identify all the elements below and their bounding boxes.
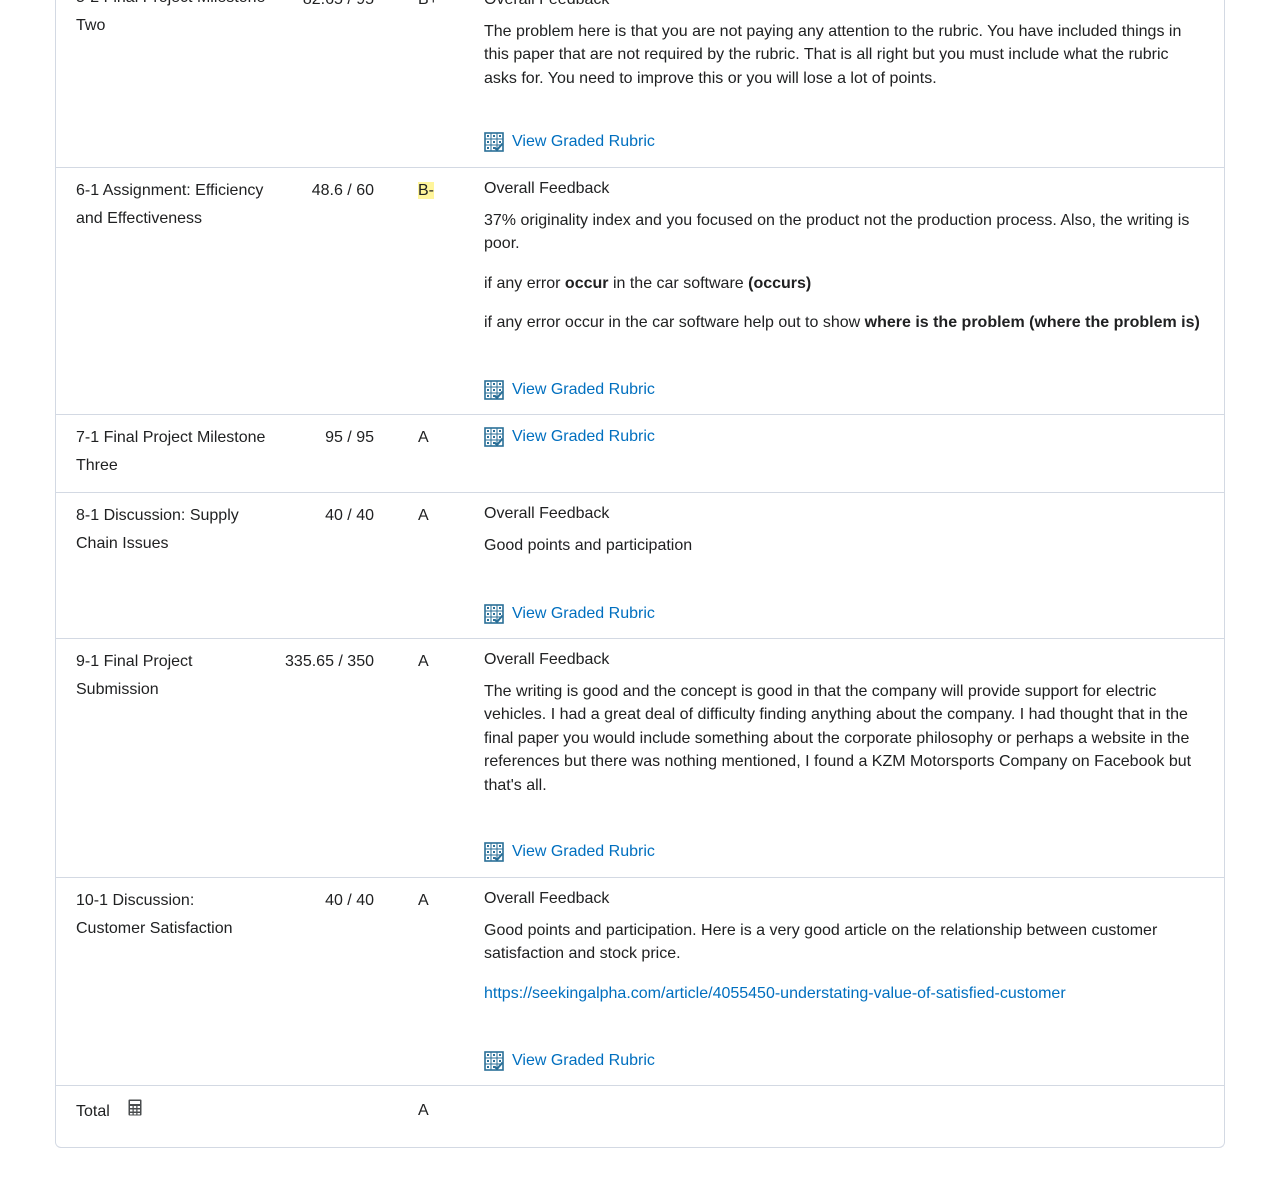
- view-graded-rubric-link[interactable]: View Graded Rubric: [484, 380, 655, 400]
- feedback-title: Overall Feedback: [484, 890, 610, 907]
- item-points: 48.6 / 60: [311, 182, 374, 199]
- feedback-title: Overall Feedback: [484, 0, 1204, 12]
- feedback-title: Overall Feedback: [484, 505, 610, 522]
- feedback-text: 37% originality index and you focused on…: [484, 211, 1190, 253]
- item-points: 40 / 40: [325, 507, 374, 524]
- total-label-wrap: Total: [76, 1098, 266, 1126]
- item-name: 10-1 Discussion: Customer Satisfaction: [76, 892, 233, 937]
- item-points: 82.65 / 95: [256, 0, 374, 9]
- rubric-icon: [484, 380, 504, 400]
- item-name: 9-1 Final Project Submission: [76, 653, 193, 698]
- feedback-text: The writing is good and the concept is g…: [484, 682, 1192, 794]
- item-points: 40 / 40: [325, 892, 374, 909]
- item-name: 7-1 Final Project Milestone Three: [76, 429, 266, 474]
- feedback-block: Overall Feedback 37% originality index a…: [484, 177, 1204, 335]
- view-graded-rubric-link[interactable]: View Graded Rubric: [484, 604, 655, 624]
- feedback-title: Overall Feedback: [484, 651, 610, 668]
- item-name: 6-1 Assignment: Efficiency and Effective…: [76, 182, 264, 227]
- rubric-label: View Graded Rubric: [512, 381, 655, 398]
- view-graded-rubric-link[interactable]: View Graded Rubric: [484, 1051, 655, 1071]
- grade-row-6-1: 6-1 Assignment: Efficiency and Effective…: [56, 168, 1224, 415]
- feedback-correction-2: if any error occur in the car software h…: [484, 314, 1200, 331]
- rubric-label: View Graded Rubric: [512, 428, 655, 445]
- feedback-title: Overall Feedback: [484, 180, 610, 197]
- calculator-icon[interactable]: [128, 1098, 142, 1126]
- rubric-icon: [484, 132, 504, 152]
- total-label: Total: [76, 1103, 110, 1121]
- feedback-text: Good points and participation: [484, 536, 693, 554]
- item-grade: A: [418, 507, 429, 524]
- item-grade: B+: [418, 0, 458, 9]
- grade-row-7-1: 7-1 Final Project Milestone Three 95 / 9…: [56, 415, 1224, 493]
- item-points: 335.65 / 350: [285, 653, 374, 670]
- article-link[interactable]: https://seekingalpha.com/article/4055450…: [484, 985, 1066, 1002]
- rubric-icon: [484, 604, 504, 624]
- rubric-icon: [484, 427, 504, 447]
- feedback-block: Overall Feedback The problem here is tha…: [484, 0, 1204, 90]
- grade-row-5-2: 5-2 Final Project Milestone Two 82.65 / …: [56, 0, 1224, 168]
- view-graded-rubric-link[interactable]: View Graded Rubric: [484, 132, 655, 152]
- feedback-text: Good points and participation. Here is a…: [484, 921, 1158, 963]
- item-grade: A: [418, 892, 429, 909]
- grade-row-10-1: 10-1 Discussion: Customer Satisfaction 4…: [56, 878, 1224, 1086]
- grade-row-8-1: 8-1 Discussion: Supply Chain Issues 40 /…: [56, 493, 1224, 639]
- rubric-label: View Graded Rubric: [512, 1052, 655, 1069]
- rubric-icon: [484, 1051, 504, 1071]
- grade-row-9-1: 9-1 Final Project Submission 335.65 / 35…: [56, 639, 1224, 878]
- feedback-block: Overall Feedback Good points and partici…: [484, 502, 1204, 557]
- total-grade: A: [418, 1102, 429, 1119]
- feedback-correction-1: if any error occur in the car software (…: [484, 274, 812, 292]
- grades-table: 5-2 Final Project Milestone Two 82.65 / …: [55, 0, 1225, 1148]
- rubric-label: View Graded Rubric: [512, 605, 655, 622]
- total-row: Total A: [56, 1086, 1224, 1147]
- view-graded-rubric-link[interactable]: View Graded Rubric: [484, 842, 655, 862]
- feedback-block: Overall Feedback Good points and partici…: [484, 887, 1204, 1005]
- item-grade: B-: [418, 182, 458, 200]
- rubric-icon: [484, 842, 504, 862]
- feedback-block: Overall Feedback The writing is good and…: [484, 648, 1204, 797]
- rubric-label: View Graded Rubric: [512, 133, 655, 150]
- item-name: 5-2 Final Project Milestone Two: [76, 0, 265, 34]
- view-graded-rubric-link[interactable]: View Graded Rubric: [484, 427, 655, 447]
- item-name: 8-1 Discussion: Supply Chain Issues: [76, 507, 239, 552]
- grade-highlight: B-: [418, 182, 434, 199]
- feedback-text: The problem here is that you are not pay…: [484, 22, 1182, 87]
- item-grade: A: [418, 429, 429, 446]
- item-grade: A: [418, 653, 429, 670]
- item-points: 95 / 95: [325, 429, 374, 446]
- rubric-label: View Graded Rubric: [512, 843, 655, 860]
